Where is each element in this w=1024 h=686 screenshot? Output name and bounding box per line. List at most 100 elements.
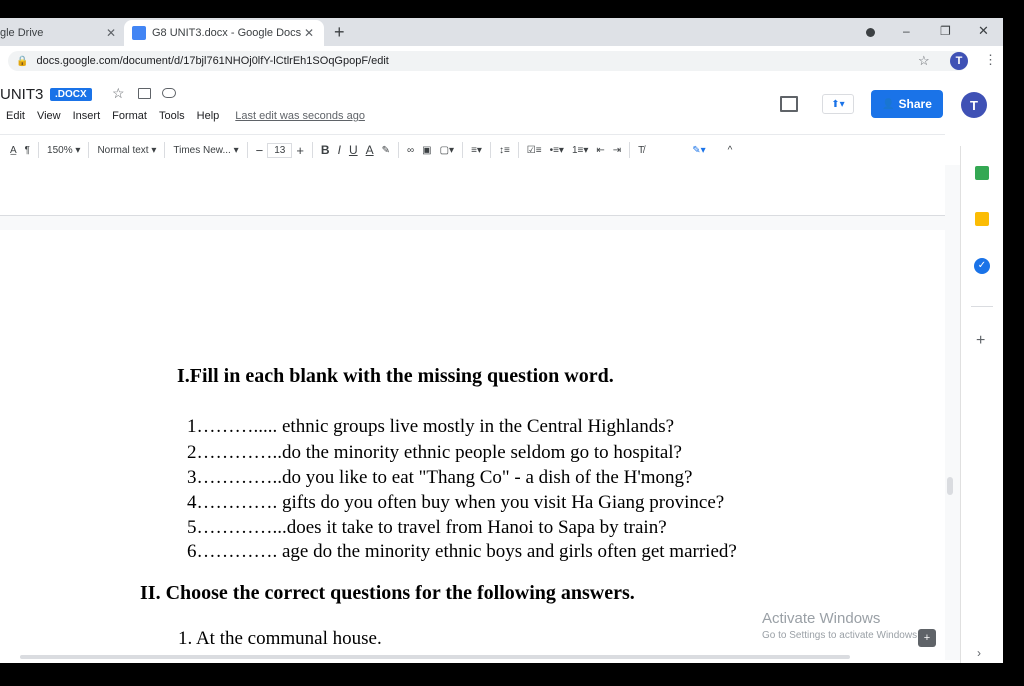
decrease-size-button[interactable]: − [252, 143, 268, 158]
menu-format[interactable]: Format [112, 110, 147, 122]
star-icon[interactable]: ☆ [112, 85, 125, 102]
present-button[interactable]: ⬆▾ [822, 94, 854, 114]
menu-help[interactable]: Help [197, 110, 220, 122]
increase-size-button[interactable]: + [292, 143, 308, 158]
divider [88, 142, 90, 158]
close-window-button[interactable]: ✕ [978, 23, 989, 39]
italic-button[interactable]: I [334, 143, 345, 157]
link-icon[interactable]: ∞ [403, 145, 418, 156]
doc-title[interactable]: UNIT3 [0, 86, 43, 103]
formatting-toolbar: A̲ ¶ 150% ▾ Normal text ▾ Times New... ▾… [0, 134, 945, 166]
tasks-icon[interactable]: ✓ [974, 258, 990, 274]
text-color-button[interactable]: A [362, 143, 378, 157]
divider [517, 142, 519, 158]
add-addon-icon[interactable]: + [976, 332, 985, 350]
list-item: 4…………. gifts do you often buy when you v… [187, 492, 725, 513]
list-item: 1………..... ethnic groups live mostly in t… [187, 416, 675, 437]
list-item: 3…………..do you like to eat "Thang Co" - a… [187, 467, 693, 488]
address-bar: 🔒 docs.google.com/document/d/17bjl761NHO… [0, 46, 1003, 77]
account-avatar[interactable]: T [961, 92, 987, 118]
divider [398, 142, 400, 158]
divider [971, 306, 993, 307]
heading-part-2: II. Choose the correct questions for the… [140, 582, 635, 604]
activate-windows-subtitle: Go to Settings to activate Windows. [762, 630, 920, 641]
browser-window: gle Drive ✕ G8 UNIT3.docx - Google Docs … [0, 18, 1003, 663]
share-label: Share [898, 97, 932, 111]
divider [311, 142, 313, 158]
menu-bar: Edit View Insert Format Tools Help Last … [6, 110, 377, 122]
increase-indent-icon[interactable]: ⇥ [609, 145, 625, 156]
move-folder-icon[interactable] [138, 88, 151, 99]
list-item: 5…………...does it take to travel from Hano… [187, 517, 667, 538]
page-previous [0, 165, 945, 216]
url-field[interactable]: 🔒 docs.google.com/document/d/17bjl761NHO… [8, 51, 968, 71]
vertical-scrollbar-thumb[interactable] [947, 477, 953, 495]
docx-badge: .DOCX [50, 88, 92, 101]
insert-image-icon[interactable]: ▢▾ [436, 145, 458, 156]
decrease-indent-icon[interactable]: ⇤ [592, 145, 608, 156]
lock-icon: 🔒 [16, 55, 29, 67]
list-item: 2…………..do the minority ethnic people sel… [187, 442, 682, 463]
font-value: Times New... [173, 144, 231, 156]
page-current[interactable]: I.Fill in each blank with the missing qu… [0, 230, 945, 660]
tab-google-docs[interactable]: G8 UNIT3.docx - Google Docs ✕ [124, 20, 324, 46]
menu-tools[interactable]: Tools [159, 110, 185, 122]
tab-strip: gle Drive ✕ G8 UNIT3.docx - Google Docs … [0, 18, 1003, 46]
zoom-value: 150% [47, 144, 73, 156]
profile-avatar[interactable]: T [950, 52, 968, 70]
editing-mode-icon[interactable]: ✎▾ [688, 145, 709, 156]
record-icon[interactable] [866, 28, 875, 37]
highlight-icon[interactable]: ✎ [378, 145, 394, 156]
divider [38, 142, 40, 158]
activate-windows-title: Activate Windows [762, 610, 881, 627]
menu-edit[interactable]: Edit [6, 110, 25, 122]
spellcheck-icon[interactable]: A̲ [6, 145, 21, 156]
more-icon[interactable]: ⋮ [984, 52, 997, 68]
answer-item: 1. At the communal house. [178, 628, 382, 649]
last-edit-link[interactable]: Last edit was seconds ago [235, 110, 365, 122]
menu-insert[interactable]: Insert [73, 110, 101, 122]
explore-button[interactable]: + [918, 629, 936, 647]
numbered-list-icon[interactable]: 1≡▾ [568, 145, 592, 156]
tab-title: gle Drive [0, 27, 44, 39]
comment-icon[interactable] [780, 96, 798, 112]
divider [629, 142, 631, 158]
share-button[interactable]: 👤 Share [871, 90, 943, 118]
style-select[interactable]: Normal text ▾ [93, 145, 160, 156]
cloud-icon[interactable] [162, 88, 176, 98]
zoom-select[interactable]: 150% ▾ [43, 145, 84, 156]
line-spacing-icon[interactable]: ↕≡ [495, 145, 514, 156]
calendar-icon[interactable] [975, 166, 989, 180]
bulleted-list-icon[interactable]: •≡▾ [546, 145, 568, 156]
paint-format-icon[interactable]: ¶ [21, 145, 34, 156]
divider [489, 142, 491, 158]
horizontal-scrollbar-thumb[interactable] [20, 655, 850, 659]
font-select[interactable]: Times New... ▾ [169, 145, 242, 156]
clear-formatting-icon[interactable]: T̸ [634, 145, 648, 156]
heading-part-1: I.Fill in each blank with the missing qu… [177, 365, 614, 387]
style-value: Normal text [97, 144, 149, 156]
menu-view[interactable]: View [37, 110, 61, 122]
restore-button[interactable]: ❐ [940, 24, 951, 38]
checklist-icon[interactable]: ☑≡ [523, 145, 546, 156]
divider [462, 142, 464, 158]
new-tab-button[interactable]: + [334, 22, 345, 43]
chevron-right-icon[interactable]: › [977, 646, 981, 660]
add-comment-icon[interactable]: ▣ [418, 145, 435, 156]
tab-google-drive[interactable]: gle Drive ✕ [0, 20, 120, 46]
close-icon[interactable]: ✕ [106, 26, 116, 40]
align-icon[interactable]: ≡▾ [467, 145, 486, 156]
keep-icon[interactable] [975, 212, 989, 226]
star-icon[interactable]: ☆ [918, 53, 930, 69]
list-item: 6…………. age do the minority ethnic boys a… [187, 541, 737, 562]
minimize-button[interactable]: – [903, 24, 910, 38]
chevron-up-icon[interactable]: ^ [724, 145, 737, 156]
docs-icon [132, 26, 146, 40]
font-size-input[interactable]: 13 [267, 142, 293, 158]
document-canvas: I.Fill in each blank with the missing qu… [0, 165, 960, 660]
underline-button[interactable]: U [345, 143, 362, 157]
close-icon[interactable]: ✕ [304, 26, 314, 40]
divider [164, 142, 166, 158]
url-text: docs.google.com/document/d/17bjl761NHOj0… [36, 55, 389, 67]
bold-button[interactable]: B [317, 143, 334, 157]
